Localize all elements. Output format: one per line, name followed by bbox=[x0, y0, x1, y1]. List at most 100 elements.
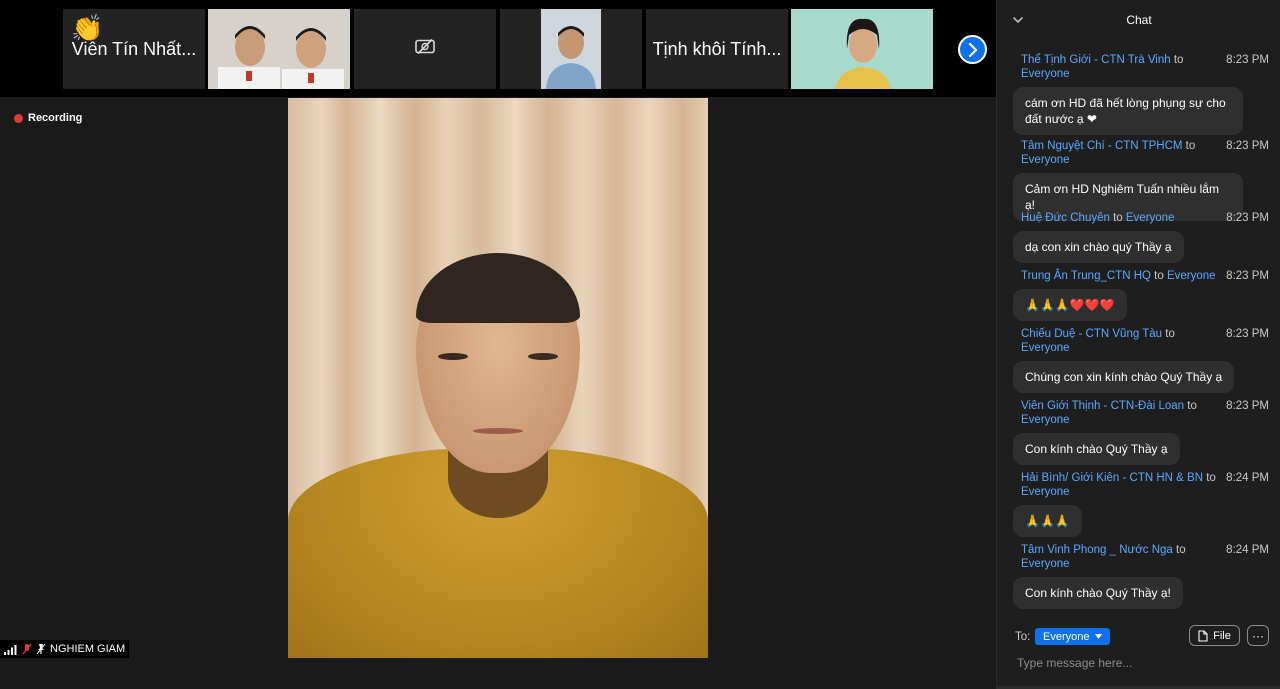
message-recipient: Everyone bbox=[1125, 212, 1175, 224]
chat-message: Chiếu Duệ - CTN Vũng Tàu to Everyone 8:2… bbox=[1013, 327, 1269, 393]
chat-message: Trung Ân Trung_CTN HQ to Everyone 8:23 P… bbox=[1013, 269, 1269, 321]
message-sender[interactable]: Thể Tịnh Giới - CTN Trà Vinh bbox=[1021, 54, 1171, 66]
message-to-word: to bbox=[1185, 140, 1196, 152]
recipient-value: Everyone bbox=[1043, 630, 1090, 643]
file-button-label: File bbox=[1213, 629, 1231, 642]
message-sender[interactable]: Hải Bình/ Giới Kiên - CTN HN & BN bbox=[1021, 472, 1203, 484]
message-bubble: 🙏🙏🙏 bbox=[1013, 505, 1082, 537]
recording-label: Recording bbox=[28, 112, 83, 124]
message-sender[interactable]: Viên Giới Thịnh - CTN-Đài Loan bbox=[1021, 400, 1184, 412]
signal-strength-icon bbox=[4, 644, 17, 655]
message-bubble: dạ con xin chào quý Thầy ạ bbox=[1013, 231, 1184, 263]
chat-message: Tâm Nguyệt Chí - CTN TPHCM to Everyone 8… bbox=[1013, 139, 1269, 221]
message-time: 8:23 PM bbox=[1226, 54, 1269, 66]
chevron-down-icon bbox=[1013, 17, 1023, 24]
file-icon bbox=[1198, 629, 1208, 642]
participant-thumbnail-strip: Viên Tín Nhất... 👏 Tịnh khôi Tính... bbox=[0, 0, 996, 97]
speaker-left-eye bbox=[438, 353, 468, 360]
thumbnail-participant-6[interactable] bbox=[791, 9, 933, 89]
speaker-right-eye bbox=[528, 353, 558, 360]
pin-icon bbox=[36, 643, 46, 655]
zoom-meeting-window: Viên Tín Nhất... 👏 Tịnh khôi Tính... Rec… bbox=[0, 0, 1280, 689]
message-to-word: to bbox=[1165, 328, 1175, 340]
message-time: 8:23 PM bbox=[1226, 400, 1269, 412]
message-bubble: cám ơn HD đã hết lòng phụng sự cho đất n… bbox=[1013, 87, 1243, 135]
chat-header: Chat bbox=[997, 0, 1280, 40]
chat-composer: To: Everyone File ··· bbox=[997, 618, 1280, 689]
message-time: 8:23 PM bbox=[1226, 212, 1269, 224]
message-time: 8:23 PM bbox=[1226, 328, 1269, 340]
message-to-word: to bbox=[1176, 544, 1186, 556]
message-bubble: Chúng con xin kính chào Quý Thầy ạ bbox=[1013, 361, 1235, 393]
more-options-button[interactable]: ··· bbox=[1247, 625, 1269, 646]
chat-message: Tâm Vinh Phong _ Nước Nga to Everyone 8:… bbox=[1013, 543, 1269, 609]
person-video-feed bbox=[500, 9, 642, 89]
message-recipient: Everyone bbox=[1166, 270, 1216, 282]
clap-reaction-icon: 👏 bbox=[71, 13, 104, 43]
message-to-word: to bbox=[1113, 212, 1123, 224]
message-meta: Thể Tịnh Giới - CTN Trà Vinh to Everyone… bbox=[1021, 53, 1269, 81]
message-time: 8:23 PM bbox=[1226, 270, 1269, 282]
message-recipient: Everyone bbox=[1021, 486, 1070, 498]
chat-message: Thể Tịnh Giới - CTN Trà Vinh to Everyone… bbox=[1013, 53, 1269, 135]
message-meta: Hải Bình/ Giới Kiên - CTN HN & BN to Eve… bbox=[1021, 471, 1269, 499]
message-input[interactable] bbox=[1017, 653, 1267, 673]
message-to-word: to bbox=[1154, 270, 1164, 282]
recipient-dropdown[interactable]: Everyone bbox=[1035, 628, 1111, 645]
chevron-right-icon bbox=[968, 42, 977, 57]
message-meta: Viên Giới Thịnh - CTN-Đài Loan to Everyo… bbox=[1021, 399, 1269, 427]
chat-message: Viên Giới Thịnh - CTN-Đài Loan to Everyo… bbox=[1013, 399, 1269, 465]
message-time: 8:24 PM bbox=[1226, 544, 1269, 556]
thumbnail-participant-3[interactable] bbox=[354, 9, 496, 89]
message-bubble: 🙏🙏🙏❤️❤️❤️ bbox=[1013, 289, 1127, 321]
speaker-name-tag: NGHIEM GIAM bbox=[0, 640, 130, 658]
message-recipient: Everyone bbox=[1021, 414, 1070, 426]
message-meta: Tâm Vinh Phong _ Nước Nga to Everyone 8:… bbox=[1021, 543, 1269, 571]
message-meta: Tâm Nguyệt Chí - CTN TPHCM to Everyone 8… bbox=[1021, 139, 1269, 167]
message-to-word: to bbox=[1173, 54, 1184, 66]
message-recipient: Everyone bbox=[1021, 154, 1070, 166]
message-sender[interactable]: Tâm Vinh Phong _ Nước Nga bbox=[1021, 544, 1173, 556]
speaker-name: NGHIEM GIAM bbox=[50, 643, 126, 655]
message-meta: Huệ Đức Chuyên to Everyone 8:23 PM bbox=[1021, 211, 1269, 225]
speaker-hair bbox=[416, 253, 580, 323]
message-sender[interactable]: Huệ Đức Chuyên bbox=[1021, 212, 1110, 224]
message-recipient: Everyone bbox=[1021, 558, 1070, 570]
chat-message: Huệ Đức Chuyên to Everyone 8:23 PM dạ co… bbox=[1013, 211, 1269, 263]
thumbnail-participant-5[interactable]: Tịnh khôi Tính... bbox=[646, 9, 788, 89]
file-button[interactable]: File bbox=[1189, 625, 1240, 646]
chat-title: Chat bbox=[1126, 13, 1152, 27]
video-area: Viên Tín Nhất... 👏 Tịnh khôi Tính... Rec… bbox=[0, 0, 996, 689]
message-bubble: Con kính chào Quý Thầy ạ! bbox=[1013, 577, 1183, 609]
participant-name: Tịnh khôi Tính... bbox=[652, 38, 782, 59]
recording-indicator: Recording bbox=[14, 112, 82, 124]
next-page-button[interactable] bbox=[958, 35, 987, 64]
message-sender[interactable]: Tâm Nguyệt Chí - CTN TPHCM bbox=[1021, 140, 1182, 152]
thumbnail-participant-1[interactable]: Viên Tín Nhất... 👏 bbox=[63, 9, 205, 89]
two-people-video-feed bbox=[208, 9, 350, 89]
thumbnail-participant-4[interactable] bbox=[500, 9, 642, 89]
person-video-feed bbox=[791, 9, 933, 89]
chat-message-list[interactable]: Thể Tịnh Giới - CTN Trà Vinh to Everyone… bbox=[997, 40, 1280, 618]
message-recipient: Everyone bbox=[1021, 68, 1070, 80]
chat-panel: Chat Thể Tịnh Giới - CTN Trà Vinh to Eve… bbox=[996, 0, 1280, 689]
message-recipient: Everyone bbox=[1021, 342, 1070, 354]
thumbnail-participant-2[interactable] bbox=[208, 9, 350, 89]
recording-dot-icon bbox=[14, 113, 23, 123]
message-meta: Chiếu Duệ - CTN Vũng Tàu to Everyone 8:2… bbox=[1021, 327, 1269, 355]
message-to-word: to bbox=[1187, 400, 1197, 412]
active-speaker-video bbox=[288, 98, 708, 658]
to-label: To: bbox=[1015, 631, 1031, 643]
muted-microphone-icon bbox=[22, 643, 32, 655]
speaker-mouth bbox=[473, 428, 523, 434]
message-sender[interactable]: Trung Ân Trung_CTN HQ bbox=[1021, 270, 1151, 282]
caret-down-icon bbox=[1095, 634, 1103, 639]
message-sender[interactable]: Chiếu Duệ - CTN Vũng Tàu bbox=[1021, 328, 1162, 340]
more-options-label: ··· bbox=[1252, 628, 1264, 643]
collapse-chat-button[interactable] bbox=[1013, 13, 1023, 27]
message-time: 8:24 PM bbox=[1226, 472, 1269, 484]
chat-message: Hải Bình/ Giới Kiên - CTN HN & BN to Eve… bbox=[1013, 471, 1269, 537]
message-time: 8:23 PM bbox=[1226, 140, 1269, 152]
message-meta: Trung Ân Trung_CTN HQ to Everyone 8:23 P… bbox=[1021, 269, 1269, 283]
video-off-icon bbox=[415, 38, 435, 60]
